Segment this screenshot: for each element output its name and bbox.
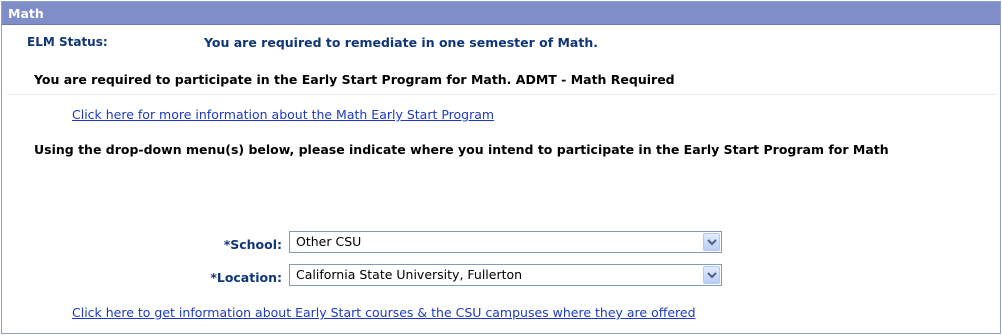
chevron-down-icon [707,272,717,279]
early-start-courses-link[interactable]: Click here to get information about Earl… [72,305,696,320]
school-selected-value: Other CSU [296,234,362,249]
math-panel: Math ELM Status: You are required to rem… [1,1,1001,334]
location-dropdown-button[interactable] [703,266,720,284]
early-start-required-message: You are required to participate in the E… [34,72,675,87]
school-label: *School: [223,237,282,252]
math-early-start-info-link[interactable]: Click here for more information about th… [72,107,494,122]
location-label: *Location: [210,270,282,285]
elm-status-value: You are required to remediate in one sem… [204,35,598,50]
location-selected-value: California State University, Fullerton [296,267,523,282]
divider [7,94,997,95]
elm-status-label: ELM Status: [27,35,108,49]
instructions-text: Using the drop-down menu(s) below, pleas… [34,142,889,157]
school-select[interactable]: Other CSU [289,231,722,253]
panel-title: Math [2,2,1000,25]
school-dropdown-button[interactable] [703,233,720,251]
chevron-down-icon [707,239,717,246]
location-select[interactable]: California State University, Fullerton [289,264,722,286]
